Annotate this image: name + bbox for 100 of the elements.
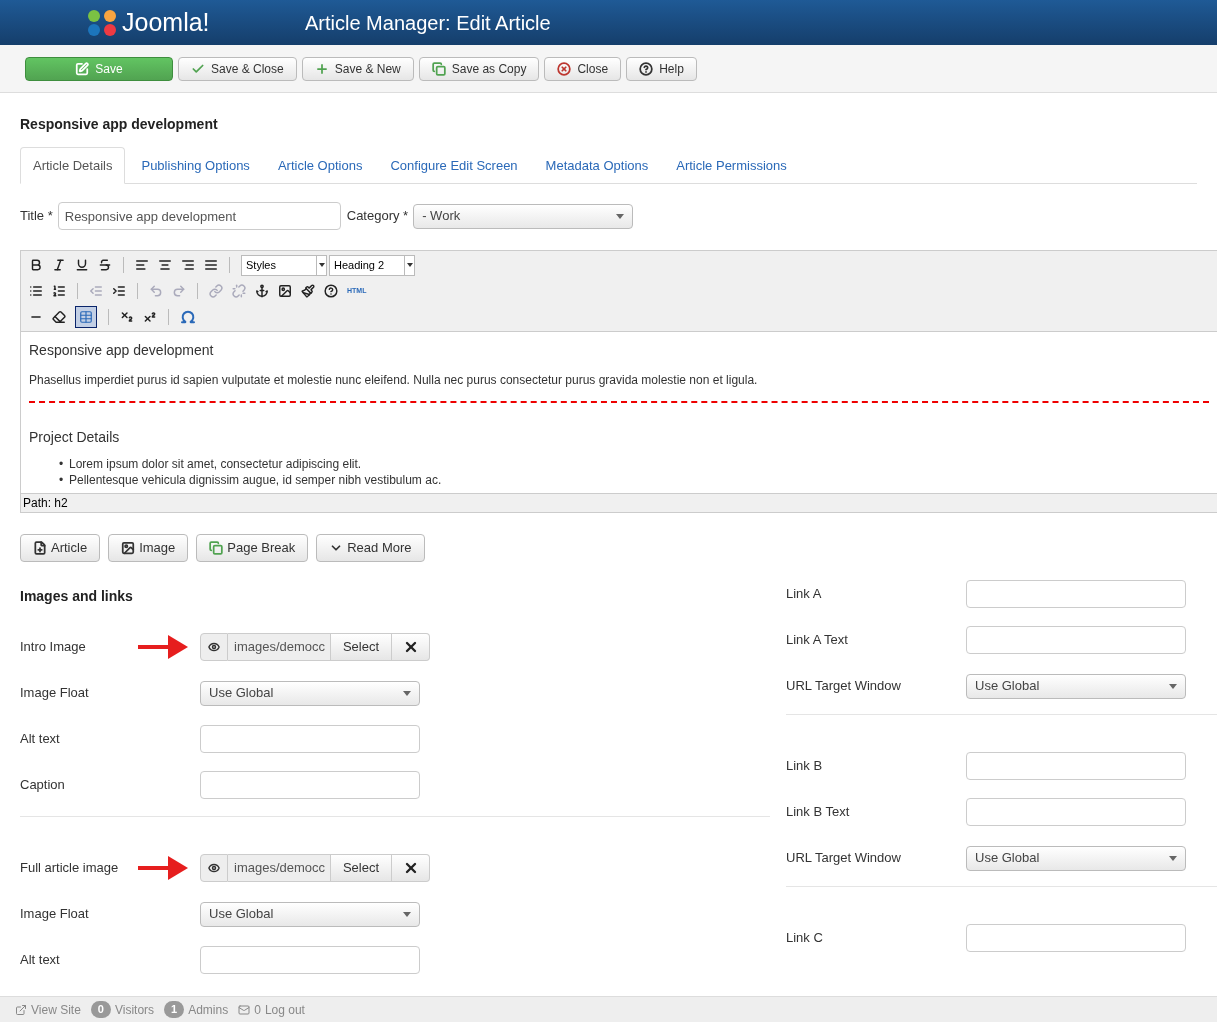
section-title: Images and links	[20, 586, 134, 606]
arrow-icon	[138, 632, 188, 662]
text-field[interactable]	[200, 725, 420, 753]
insert-button[interactable]: Article	[20, 534, 101, 562]
bullet: •	[59, 472, 65, 488]
arrow-icon	[138, 853, 188, 883]
toolbar-button[interactable]: Close	[544, 56, 622, 81]
bullet-list-icon[interactable]	[29, 284, 43, 298]
tab[interactable]: Article Details	[20, 147, 126, 184]
text-field[interactable]	[966, 580, 1186, 608]
list-item: Pellentesque vehicula dignissim augue, id semper nibh vestibulum ac.	[69, 472, 442, 488]
field-label: Link B Text	[786, 803, 851, 822]
text-field[interactable]	[200, 771, 420, 799]
format-dropdown[interactable]: Heading 2	[329, 254, 415, 276]
image-icon	[121, 541, 136, 555]
insert-button[interactable]: Image	[108, 534, 189, 562]
tab[interactable]: Configure Edit Screen	[378, 147, 530, 184]
toolbar-button[interactable]: Help	[626, 56, 697, 81]
clear-button[interactable]	[392, 854, 430, 882]
brush-icon[interactable]	[301, 284, 315, 298]
select-dropdown[interactable]: Use Global	[200, 680, 420, 706]
dropdown-arrow-icon	[1169, 683, 1177, 689]
italic-icon[interactable]	[52, 258, 66, 272]
field-label: Intro Image	[20, 638, 87, 657]
omega-icon[interactable]	[180, 309, 196, 325]
title-field[interactable]: Responsive app development	[57, 202, 341, 230]
select-button[interactable]: Select	[330, 854, 392, 882]
eye-icon	[208, 862, 220, 874]
help-icon	[639, 61, 654, 76]
text-field[interactable]	[200, 946, 420, 974]
subscript-icon[interactable]	[120, 310, 134, 324]
text-field[interactable]	[966, 626, 1186, 654]
clear-button[interactable]	[392, 633, 430, 661]
underline-icon[interactable]	[75, 258, 89, 272]
field-label: Link B	[786, 757, 824, 776]
help-icon[interactable]	[324, 284, 338, 298]
image-path-field: images/democc	[228, 854, 330, 882]
editor-paragraph: Phasellus imperdiet purus id sapien vulputate et molestie nunc eleifend. Nulla nec purus consectetur purus gravida molestie non et ligula.	[29, 372, 759, 389]
eraser-icon[interactable]	[52, 310, 66, 324]
insert-button[interactable]: Page Break	[196, 534, 309, 562]
eye-icon	[208, 641, 220, 653]
field-label: URL Target Window	[786, 849, 902, 868]
superscript-icon[interactable]	[143, 310, 157, 324]
align-right-icon[interactable]	[181, 258, 195, 272]
table-button[interactable]	[75, 306, 97, 328]
numbered-list-icon[interactable]	[52, 284, 66, 298]
insert-button[interactable]: Read More	[316, 534, 425, 562]
dropdown-arrow-icon	[318, 263, 325, 267]
category-dropdown[interactable]: - Work	[413, 203, 634, 229]
dropdown-arrow-icon	[406, 263, 413, 267]
toolbar-button[interactable]: Save & New	[301, 56, 414, 81]
document-icon	[33, 541, 47, 555]
text-field[interactable]	[966, 752, 1186, 780]
field-label: Alt text	[20, 951, 61, 970]
tab[interactable]: Article Permissions	[664, 147, 799, 184]
align-left-icon[interactable]	[135, 258, 149, 272]
editor-heading: Responsive app development	[29, 341, 215, 360]
field-label: URL Target Window	[786, 677, 902, 696]
logo-icon	[86, 7, 118, 38]
table-icon	[79, 310, 93, 324]
mail-icon	[238, 1003, 251, 1016]
tab[interactable]: Publishing Options	[129, 147, 262, 184]
field-label: Caption	[20, 776, 66, 795]
count-badge: 0	[90, 1001, 111, 1018]
select-dropdown[interactable]: Use Global	[200, 901, 420, 927]
copy-icon	[431, 61, 446, 76]
image-icon[interactable]	[278, 284, 292, 298]
list-item: Lorem ipsum dolor sit amet, consectetur adipiscing elit.	[69, 456, 362, 472]
align-justify-icon[interactable]	[204, 258, 218, 272]
preview-button[interactable]	[200, 854, 228, 882]
styles-dropdown[interactable]: Styles	[241, 254, 327, 276]
indent-icon[interactable]	[112, 284, 126, 298]
field-label: Title *	[20, 207, 53, 226]
dropdown-arrow-icon	[403, 911, 411, 917]
text-field[interactable]	[966, 924, 1186, 952]
select-dropdown[interactable]: Use Global	[966, 845, 1186, 871]
field-label: Full article image	[20, 859, 120, 878]
toolbar-button[interactable]: Save as Copy	[418, 56, 540, 81]
field-label: Link A	[786, 585, 823, 604]
strikethrough-icon[interactable]	[98, 258, 112, 272]
plus-icon	[314, 61, 329, 76]
anchor-icon[interactable]	[255, 284, 269, 298]
message-count: 0	[254, 1001, 261, 1019]
toolbar-button[interactable]: Save & Close	[178, 56, 297, 81]
dropdown-arrow-icon	[1169, 855, 1177, 861]
count-badge: 1	[164, 1001, 185, 1018]
field-label: Link C	[786, 929, 824, 948]
tab[interactable]: Article Options	[265, 147, 375, 184]
logo-text: Joomla!	[122, 6, 210, 38]
save-icon	[75, 61, 90, 76]
select-button[interactable]: Select	[330, 633, 392, 661]
text-field[interactable]	[966, 798, 1186, 826]
align-center-icon[interactable]	[158, 258, 172, 272]
preview-button[interactable]	[200, 633, 228, 661]
field-label: Image Float	[20, 905, 90, 924]
bold-icon[interactable]	[29, 258, 43, 272]
select-dropdown[interactable]: Use Global	[966, 673, 1186, 699]
bullet: •	[59, 456, 65, 472]
editor-heading: Project Details	[29, 428, 121, 447]
tab[interactable]: Metadata Options	[533, 147, 661, 184]
